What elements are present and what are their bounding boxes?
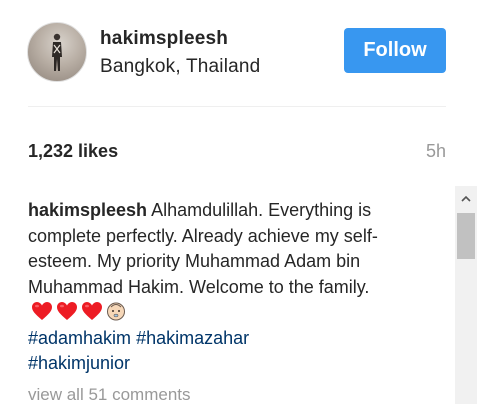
person-silhouette-icon bbox=[52, 33, 62, 71]
scrollbar-thumb[interactable] bbox=[457, 213, 475, 259]
instagram-post-panel: hakimspleesh Bangkok, Thailand Follow 1,… bbox=[0, 0, 480, 404]
caption-section: hakimspleesh Alhamdulillah. Everything i… bbox=[28, 198, 423, 404]
hashtag-link[interactable]: #hakimazahar bbox=[136, 328, 249, 348]
baby-emoji-icon bbox=[107, 302, 125, 321]
red-heart-emoji-icon bbox=[57, 302, 77, 320]
header-divider bbox=[28, 106, 446, 107]
likes-count[interactable]: 1,232 likes bbox=[28, 141, 118, 162]
hashtag-link[interactable]: #hakimjunior bbox=[28, 353, 130, 373]
post-header: hakimspleesh Bangkok, Thailand Follow bbox=[0, 0, 480, 105]
red-heart-emoji-icon bbox=[82, 302, 102, 320]
hashtag-list: #adamhakim #hakimazahar #hakimjunior bbox=[28, 326, 423, 377]
hashtag-link[interactable]: #adamhakim bbox=[28, 328, 131, 348]
caption-username[interactable]: hakimspleesh bbox=[28, 200, 147, 220]
post-username[interactable]: hakimspleesh bbox=[100, 28, 228, 50]
scroll-up-arrow-icon[interactable] bbox=[455, 186, 477, 210]
vertical-scrollbar[interactable] bbox=[455, 186, 477, 404]
caption-emojis bbox=[31, 301, 126, 321]
post-timestamp[interactable]: 5h bbox=[426, 141, 446, 162]
post-location[interactable]: Bangkok, Thailand bbox=[100, 56, 260, 78]
follow-button[interactable]: Follow bbox=[344, 28, 446, 73]
caption-text: hakimspleesh Alhamdulillah. Everything i… bbox=[28, 198, 423, 326]
view-all-comments-link[interactable]: view all 51 comments bbox=[28, 385, 423, 404]
red-heart-emoji-icon bbox=[32, 302, 52, 320]
avatar[interactable] bbox=[27, 22, 87, 82]
